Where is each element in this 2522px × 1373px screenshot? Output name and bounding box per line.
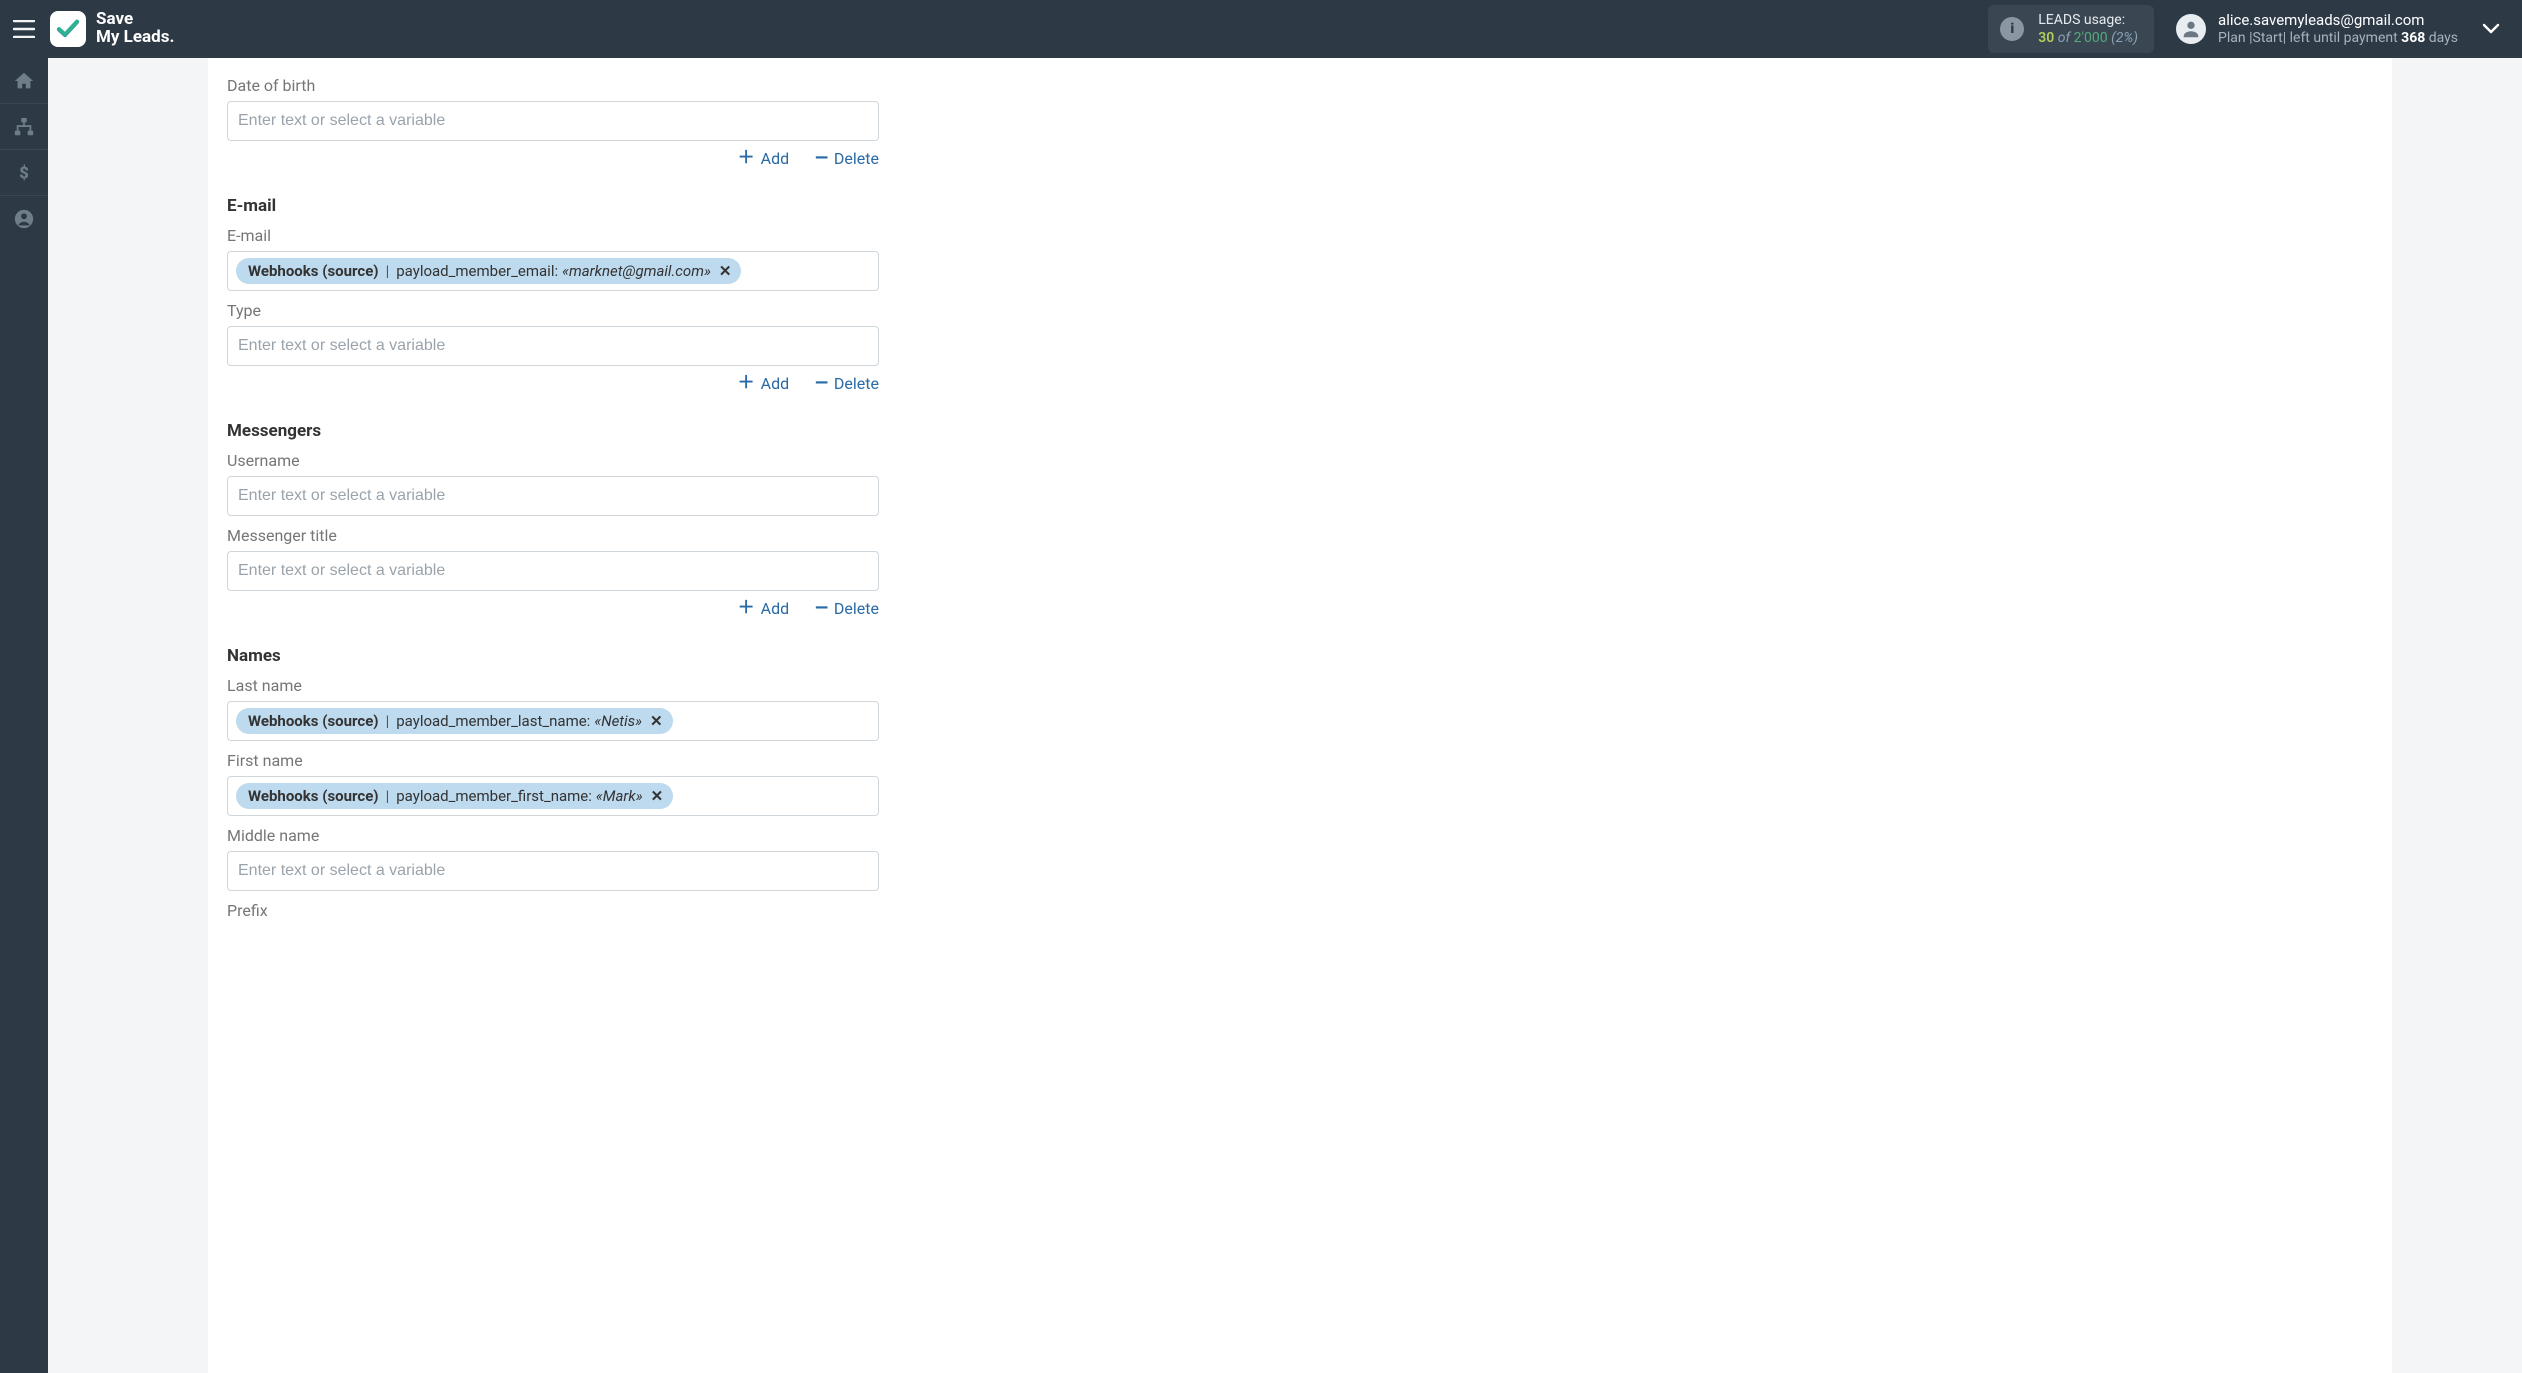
menu-toggle-button[interactable]: [0, 0, 48, 58]
page: Date of birth ＋ Add — Delete E-mail E-ma…: [48, 58, 2522, 1373]
input-messenger-title[interactable]: [227, 551, 879, 591]
add-button[interactable]: ＋ Add: [738, 374, 789, 393]
chip-last-name[interactable]: Webhooks (source) | payload_member_last_…: [236, 708, 673, 734]
plus-icon: ＋: [738, 600, 755, 617]
chip-remove-button[interactable]: ✕: [651, 787, 664, 805]
account-block[interactable]: alice.savemyleads@gmail.com Plan |Start|…: [2176, 11, 2458, 47]
label-last-name: Last name: [227, 676, 879, 695]
chip-remove-button[interactable]: ✕: [650, 712, 663, 730]
input-middle-name-text[interactable]: [236, 858, 870, 884]
topbar: Save My Leads. i LEADS usage: 30 of 2'00…: [0, 0, 2522, 58]
check-icon: [56, 17, 80, 41]
chip-email[interactable]: Webhooks (source) | payload_member_email…: [236, 258, 741, 284]
plus-icon: ＋: [738, 375, 755, 392]
minus-icon: —: [815, 150, 828, 167]
input-email[interactable]: Webhooks (source) | payload_member_email…: [227, 251, 879, 291]
account-text: alice.savemyleads@gmail.com Plan |Start|…: [2218, 11, 2458, 47]
logo-text: Save My Leads.: [96, 11, 174, 47]
chip-first-name[interactable]: Webhooks (source) | payload_member_first…: [236, 783, 673, 809]
label-type: Type: [227, 301, 879, 320]
input-messenger-title-text[interactable]: [236, 558, 870, 584]
usage-text: LEADS usage: 30 of 2'000 (2%): [2038, 11, 2138, 47]
delete-button[interactable]: — Delete: [815, 599, 879, 618]
section-messengers: Messengers: [227, 421, 879, 441]
avatar: [2176, 14, 2206, 44]
actions-dob: ＋ Add — Delete: [227, 149, 879, 168]
nav-connections[interactable]: [0, 104, 48, 150]
sidebar: $: [0, 58, 48, 1373]
input-dob[interactable]: [227, 101, 879, 141]
input-username[interactable]: [227, 476, 879, 516]
leads-usage-card[interactable]: i LEADS usage: 30 of 2'000 (2%): [1988, 5, 2154, 53]
nav-account[interactable]: [0, 196, 48, 242]
input-dob-text[interactable]: [236, 108, 870, 134]
section-email: E-mail: [227, 196, 879, 216]
minus-icon: —: [815, 600, 828, 617]
label-username: Username: [227, 451, 879, 470]
section-names: Names: [227, 646, 879, 666]
input-username-text[interactable]: [236, 483, 870, 509]
user-icon: [2180, 18, 2202, 40]
label-email: E-mail: [227, 226, 879, 245]
nav-home[interactable]: [0, 58, 48, 104]
input-middle-name[interactable]: [227, 851, 879, 891]
actions-messengers: ＋ Add — Delete: [227, 599, 879, 618]
svg-text:$: $: [19, 164, 29, 183]
label-prefix: Prefix: [227, 901, 879, 920]
dollar-icon: $: [13, 162, 35, 184]
label-first-name: First name: [227, 751, 879, 770]
label-middle-name: Middle name: [227, 826, 879, 845]
actions-email: ＋ Add — Delete: [227, 374, 879, 393]
info-icon: i: [2000, 17, 2024, 41]
plus-icon: ＋: [738, 150, 755, 167]
label-dob: Date of birth: [227, 76, 879, 95]
delete-button[interactable]: — Delete: [815, 374, 879, 393]
logo-icon: [50, 11, 86, 47]
account-expand-button[interactable]: [2476, 14, 2506, 45]
user-circle-icon: [13, 208, 35, 230]
sitemap-icon: [13, 116, 35, 138]
delete-button[interactable]: — Delete: [815, 149, 879, 168]
input-first-name[interactable]: Webhooks (source) | payload_member_first…: [227, 776, 879, 816]
minus-icon: —: [815, 375, 828, 392]
chevron-down-icon: [2482, 23, 2500, 35]
input-type-text[interactable]: [236, 333, 870, 359]
chip-remove-button[interactable]: ✕: [719, 262, 732, 280]
nav-billing[interactable]: $: [0, 150, 48, 196]
form-panel: Date of birth ＋ Add — Delete E-mail E-ma…: [208, 58, 2392, 1373]
add-button[interactable]: ＋ Add: [738, 149, 789, 168]
label-messenger-title: Messenger title: [227, 526, 879, 545]
input-type[interactable]: [227, 326, 879, 366]
home-icon: [13, 70, 35, 92]
logo-block[interactable]: Save My Leads.: [50, 11, 174, 47]
add-button[interactable]: ＋ Add: [738, 599, 789, 618]
hamburger-icon: [13, 20, 35, 38]
input-last-name[interactable]: Webhooks (source) | payload_member_last_…: [227, 701, 879, 741]
